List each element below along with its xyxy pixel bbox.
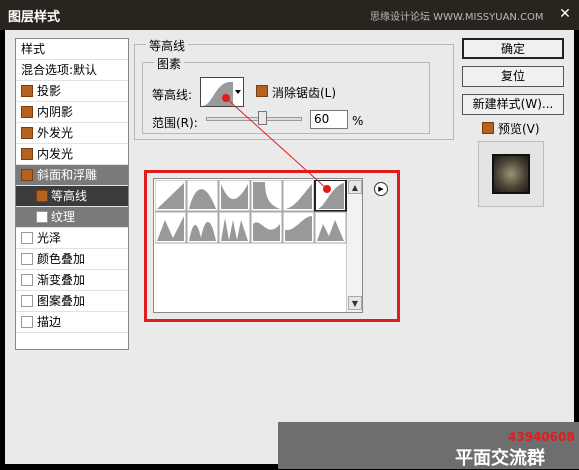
- reset-button[interactable]: 复位: [462, 66, 564, 87]
- new-style-button[interactable]: 新建样式(W)...: [462, 94, 564, 115]
- preview-label: 预览(V): [498, 122, 540, 136]
- group-text: 平面交流群: [455, 448, 545, 469]
- preview-swatch: [492, 154, 530, 194]
- preview-checkbox[interactable]: [482, 122, 494, 134]
- ok-button[interactable]: 确定: [462, 38, 564, 59]
- group-number: 43940608: [508, 430, 575, 444]
